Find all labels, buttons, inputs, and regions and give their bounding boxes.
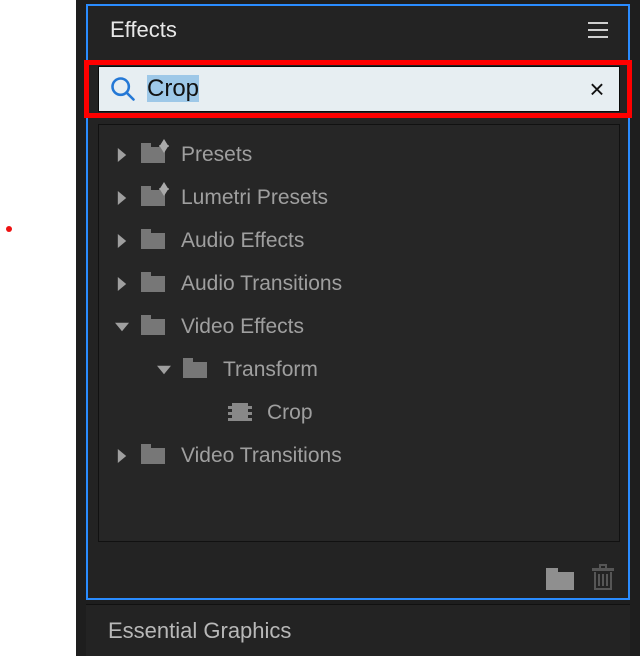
search-icon xyxy=(109,75,137,103)
essential-graphics-panel-header[interactable]: Essential Graphics xyxy=(86,604,630,656)
tree-item-audio-transitions[interactable]: Audio Transitions xyxy=(99,262,619,305)
chevron-down-icon[interactable] xyxy=(155,361,173,379)
search-input-value: Crop xyxy=(147,75,199,102)
tree-item-audio-effects[interactable]: Audio Effects xyxy=(99,219,619,262)
tree-item-label: Lumetri Presets xyxy=(181,186,328,210)
search-input[interactable]: Crop xyxy=(147,75,583,103)
tree-item-label: Crop xyxy=(267,401,313,425)
folder-icon xyxy=(141,229,167,253)
folder-icon xyxy=(546,572,574,590)
effect-icon xyxy=(227,401,253,425)
panel-header: Effects xyxy=(88,6,628,54)
chevron-right-icon[interactable] xyxy=(113,189,131,207)
panel-title: Effects xyxy=(110,17,177,43)
app-frame: Effects Crop × xyxy=(76,0,640,656)
search-field[interactable]: Crop × xyxy=(98,66,620,112)
clear-search-button[interactable]: × xyxy=(583,75,611,103)
chevron-down-icon[interactable] xyxy=(113,318,131,336)
folder-icon xyxy=(141,272,167,296)
new-bin-button[interactable] xyxy=(546,568,574,590)
chevron-right-icon[interactable] xyxy=(113,447,131,465)
tree-item-video-transitions[interactable]: Video Transitions xyxy=(99,434,619,477)
tree-item-lumetri-presets[interactable]: Lumetri Presets xyxy=(99,176,619,219)
folder-star-icon xyxy=(141,186,167,210)
chevron-right-icon[interactable] xyxy=(113,275,131,293)
delete-button[interactable] xyxy=(592,566,614,592)
tree-item-label: Video Effects xyxy=(181,315,304,339)
effects-panel: Effects Crop × xyxy=(86,4,630,600)
hamburger-icon xyxy=(588,22,608,24)
trash-icon xyxy=(592,568,614,571)
tree-item-label: Audio Transitions xyxy=(181,272,342,296)
tree-item-label: Presets xyxy=(181,143,252,167)
folder-icon xyxy=(141,315,167,339)
tree-item-transform[interactable]: Transform xyxy=(99,348,619,391)
tree-item-label: Transform xyxy=(223,358,318,382)
folder-icon xyxy=(141,444,167,468)
effects-tree: Presets Lumetri Presets Audio Effects xyxy=(98,124,620,542)
folder-star-icon xyxy=(141,143,167,167)
annotation-dot xyxy=(6,226,12,232)
chevron-right-icon[interactable] xyxy=(113,232,131,250)
folder-icon xyxy=(183,358,209,382)
tree-item-crop-effect[interactable]: Crop xyxy=(99,391,619,434)
chevron-right-icon[interactable] xyxy=(113,146,131,164)
panel-footer xyxy=(546,566,614,592)
tree-item-video-effects[interactable]: Video Effects xyxy=(99,305,619,348)
tree-item-label: Video Transitions xyxy=(181,444,342,468)
panel-menu-button[interactable] xyxy=(584,16,612,44)
panel-title: Essential Graphics xyxy=(108,618,291,644)
spacer xyxy=(199,404,217,422)
tree-item-label: Audio Effects xyxy=(181,229,304,253)
tree-item-presets[interactable]: Presets xyxy=(99,133,619,176)
